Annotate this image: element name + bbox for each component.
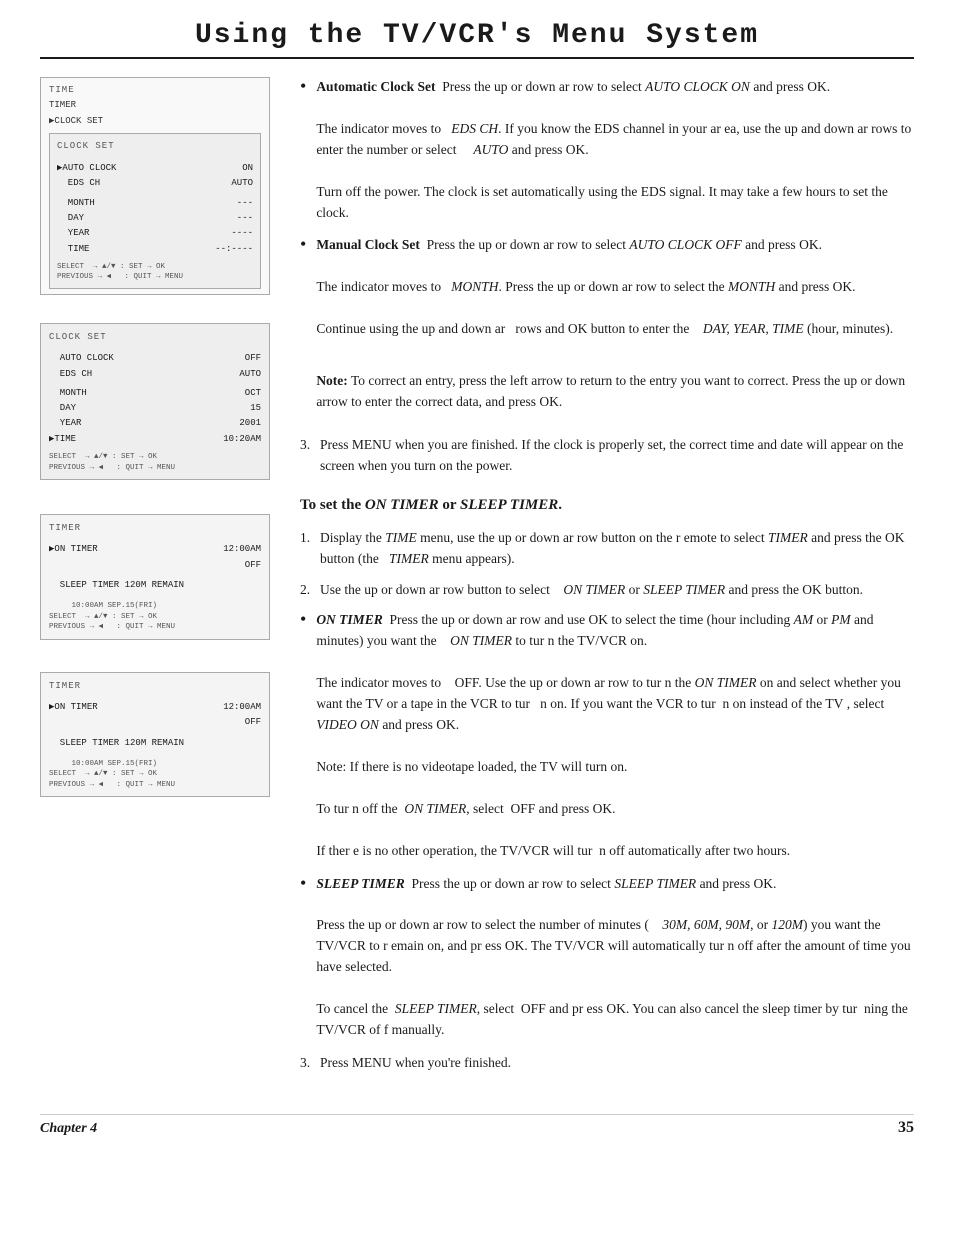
main-content: TIME TIMER ▶CLOCK SET CLOCK SET ▶AUTO CL… [40,77,914,1084]
on-timer-note: Note: If there is no videotape loaded, t… [316,757,914,778]
final-num3-text: Press MENU when you're finished. [320,1053,914,1074]
clock-num3-number: 3. [300,435,320,456]
screen4-row1: ▶ON TIMER12:00AM [49,700,261,715]
manual-clock-text1: Press the up or down ar row to select AU… [427,237,822,252]
on-timer-heading: ON TIMER [316,612,382,627]
note-box: Note: To correct an entry, press the lef… [316,371,914,413]
manual-clock-text3: Continue using the up and down ar rows a… [316,321,893,336]
screen1-row4: DAY--- [57,211,253,226]
screen1-row6: TIME--:---- [57,242,253,257]
sleep-timer-text3: To cancel the SLEEP TIMER, select OFF an… [316,1001,908,1037]
screen2-row2: EDS CHAUTO [49,367,261,382]
screen2-inner-label: CLOCK SET [49,330,261,345]
auto-clock-section: • Automatic Clock Set Press the up or do… [300,77,914,223]
bullet-dot-3: • [300,608,306,631]
timer-section-header: To set the ON TIMER or SLEEP TIMER. [300,495,914,516]
screen3-footer: 10:00AM SEP.15(FRI) SELECT → ▲/▼ : SET →… [49,601,261,633]
auto-clock-text2: The indicator moves to EDS CH. If you kn… [316,121,911,157]
auto-clock-heading: Automatic Clock Set [316,79,435,94]
screen1-row3: MONTH--- [57,196,253,211]
on-timer-section: • ON TIMER Press the up or down ar row a… [300,610,914,861]
clock-num3-text: Press MENU when you are finished. If the… [320,435,914,477]
on-timer-text1: Press the up or down ar row and use OK t… [316,612,873,648]
note-text: To correct an entry, press the left arro… [316,373,905,409]
timer-num2-text: Use the up or down ar row button to sele… [320,580,914,601]
screen1-outer-label1: TIME [49,83,261,98]
manual-clock-text2: The indicator moves to MONTH. Press the … [316,279,855,294]
screen-mockup-2: CLOCK SET AUTO CLOCKOFF EDS CHAUTO MONTH… [40,323,270,480]
page-title: Using the TV/VCR's Menu System [40,20,914,51]
screen2-row4: DAY15 [49,401,261,416]
sleep-timer-heading: SLEEP TIMER [316,876,404,891]
screen2-footer: SELECT → ▲/▼ : SET → OK PREVIOUS → ◀ : Q… [49,452,261,473]
screen1-row1: ▶AUTO CLOCKON [57,161,253,176]
auto-clock-text3: Turn off the power. The clock is set aut… [316,184,888,220]
sleep-timer-content: SLEEP TIMER Press the up or down ar row … [316,874,914,1041]
screen2-row3: MONTHOCT [49,386,261,401]
screen1-row2: EDS CHAUTO [57,176,253,191]
bullet-dot-4: • [300,872,306,895]
page-footer: Chapter 4 35 [40,1114,914,1137]
final-num3-number: 3. [300,1053,320,1074]
screen2-row1: AUTO CLOCKOFF [49,351,261,366]
screen4-footer: 10:00AM SEP.15(FRI) SELECT → ▲/▼ : SET →… [49,759,261,791]
bullet-dot-2: • [300,233,306,256]
page-header: Using the TV/VCR's Menu System [40,20,914,59]
screen1-outer-label3: ▶CLOCK SET [49,114,261,129]
sleep-timer-section: • SLEEP TIMER Press the up or down ar ro… [300,874,914,1041]
note-label: Note: [316,373,347,388]
manual-clock-heading: Manual Clock Set [316,237,420,252]
on-timer-text3: To tur n off the ON TIMER, select OFF an… [316,801,615,816]
screen-mockup-3: TIMER ▶ON TIMER12:00AM OFF SLEEP TIMER 1… [40,514,270,640]
sleep-timer-text1: Press the up or down ar row to select SL… [411,876,776,891]
auto-clock-content: Automatic Clock Set Press the up or down… [316,77,914,223]
manual-clock-section: • Manual Clock Set Press the up or down … [300,235,914,422]
screen-mockup-1: TIME TIMER ▶CLOCK SET CLOCK SET ▶AUTO CL… [40,77,270,295]
timer-num1: 1. Display the TIME menu, use the up or … [300,528,914,570]
bullet-dot-1: • [300,75,306,98]
timer-section-heading-text: To set the ON TIMER or SLEEP TIMER. [300,497,562,513]
screen1-row5: YEAR---- [57,226,253,241]
screen-mockup-4: TIMER ▶ON TIMER12:00AM OFF SLEEP TIMER 1… [40,672,270,798]
timer-num2: 2. Use the up or down ar row button to s… [300,580,914,601]
screen3-row3: SLEEP TIMER 120M REMAIN [49,578,261,593]
on-timer-text4: If ther e is no other operation, the TV/… [316,843,790,858]
on-timer-content: ON TIMER Press the up or down ar row and… [316,610,914,861]
manual-clock-content: Manual Clock Set Press the up or down ar… [316,235,914,422]
auto-clock-text1: Press the up or down ar row to select AU… [442,79,830,94]
timer-num1-text: Display the TIME menu, use the up or dow… [320,528,914,570]
screen3-row1: ▶ON TIMER12:00AM [49,542,261,557]
screen4-row3: SLEEP TIMER 120M REMAIN [49,736,261,751]
screen1-footer: SELECT → ▲/▼ : SET → OK PREVIOUS → ◀ : Q… [57,262,253,283]
final-num3: 3. Press MENU when you're finished. [300,1053,914,1074]
screen4-label: TIMER [49,679,261,694]
on-timer-text2: The indicator moves to OFF. Use the up o… [316,675,901,732]
screen2-row6: ▶TIME10:20AM [49,432,261,447]
timer-num2-number: 2. [300,580,320,601]
screen3-row2: OFF [49,558,261,573]
screen1-outer-label2: TIMER [49,98,261,113]
footer-chapter: Chapter 4 [40,1121,97,1137]
page-container: Using the TV/VCR's Menu System TIME TIME… [0,0,954,1235]
screen1-inner-label: CLOCK SET [57,139,253,154]
right-column: • Automatic Clock Set Press the up or do… [294,77,914,1084]
clock-num3: 3. Press MENU when you are finished. If … [300,435,914,477]
screen3-label: TIMER [49,521,261,536]
screen4-row2: OFF [49,715,261,730]
sleep-timer-text2: Press the up or down ar row to select th… [316,917,910,974]
screen2-row5: YEAR2001 [49,416,261,431]
left-column: TIME TIMER ▶CLOCK SET CLOCK SET ▶AUTO CL… [40,77,270,1084]
footer-page: 35 [898,1119,914,1137]
timer-num1-number: 1. [300,528,320,549]
